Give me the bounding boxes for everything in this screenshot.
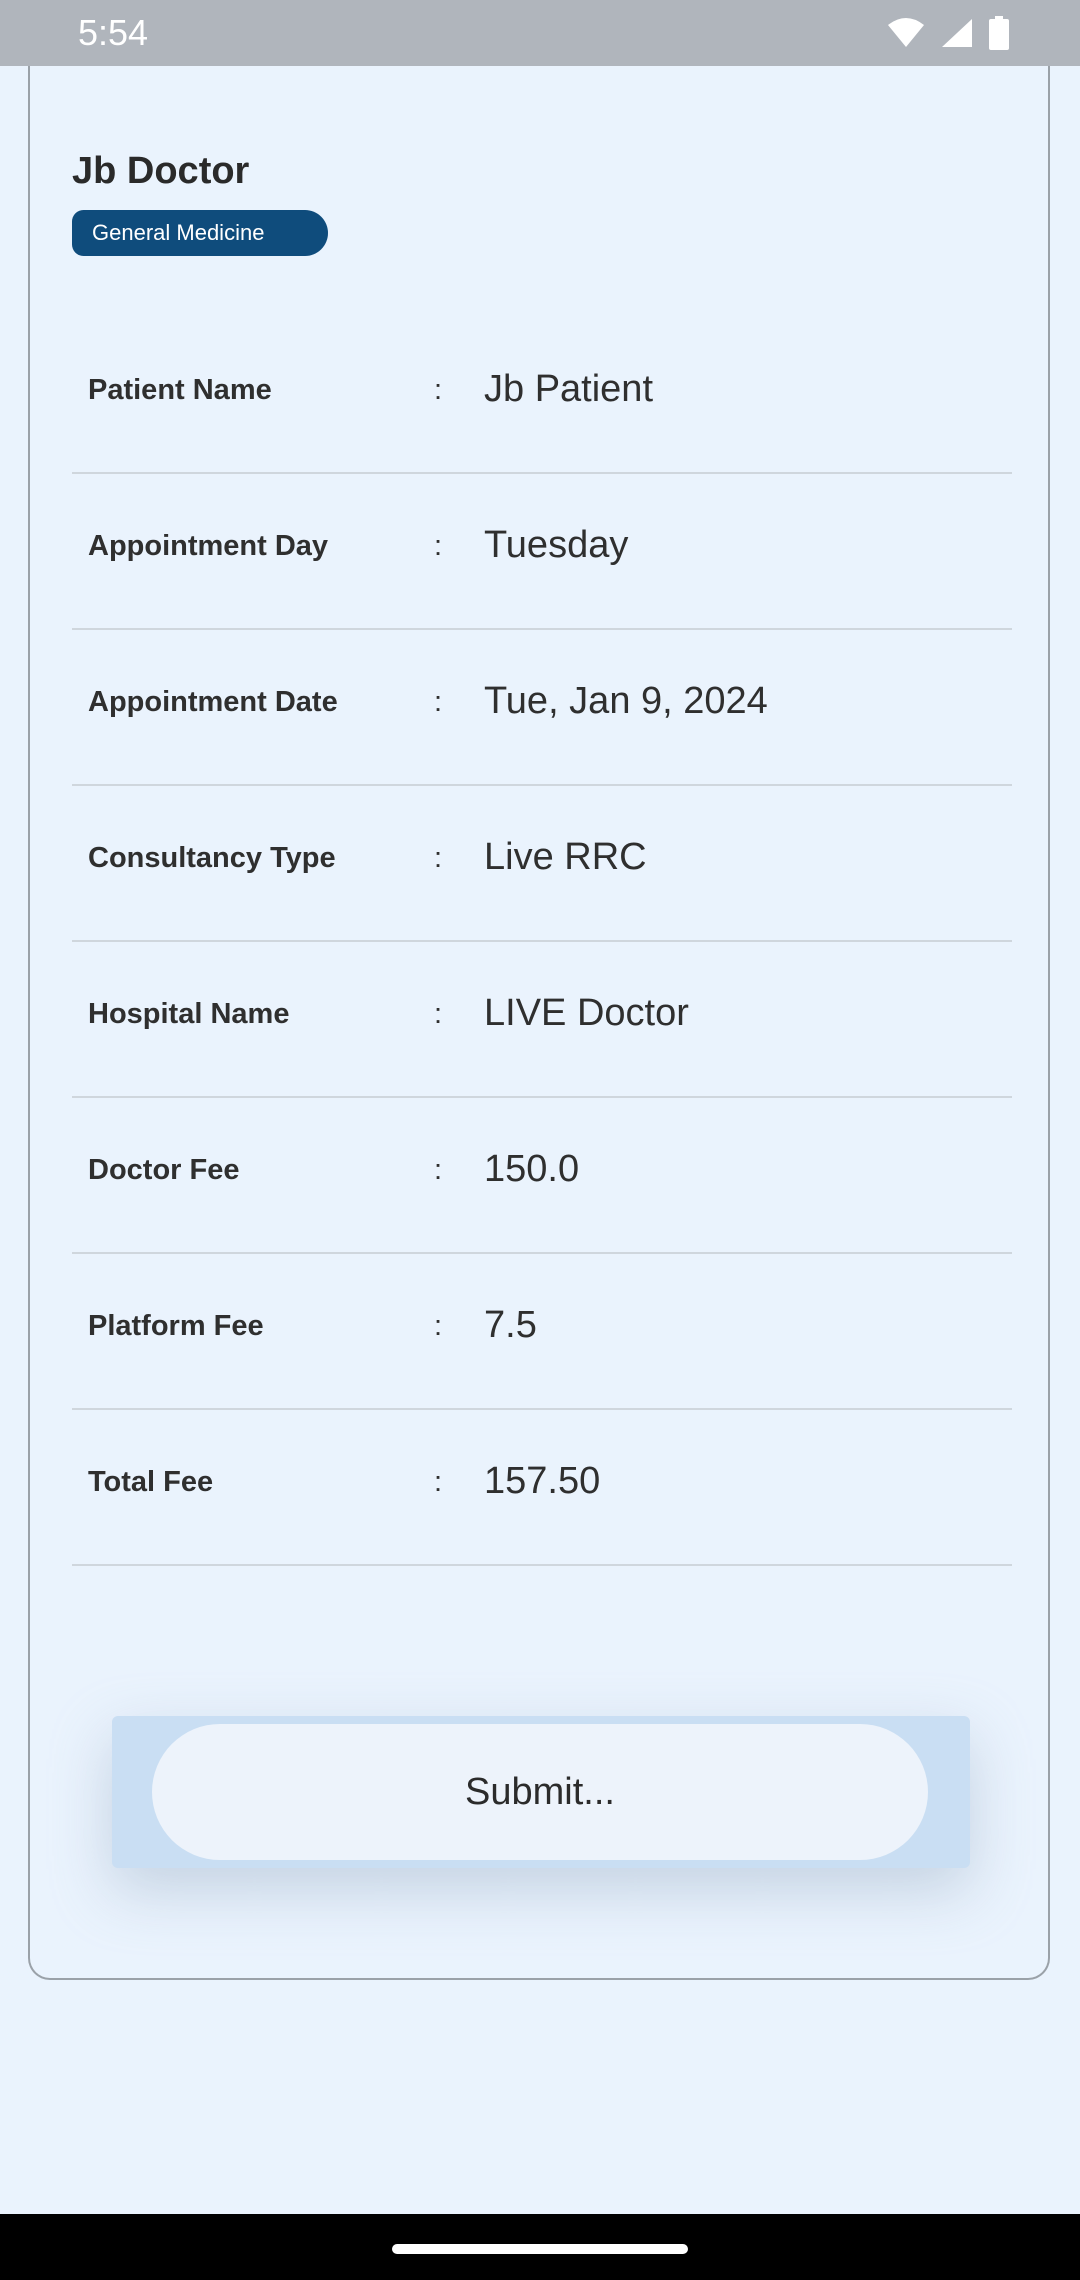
detail-row-hospital-name: Hospital Name : LIVE Doctor <box>72 942 1012 1098</box>
appointment-card: Jb Doctor General Medicine Patient Name … <box>28 66 1050 1980</box>
home-gesture-handle[interactable] <box>392 2244 688 2254</box>
detail-label: Appointment Day <box>88 530 329 562</box>
detail-value: Tue, Jan 9, 2024 <box>484 680 768 722</box>
detail-label: Platform Fee <box>88 1310 264 1342</box>
detail-separator: : <box>434 530 443 562</box>
detail-row-patient-name: Patient Name : Jb Patient <box>72 318 1012 474</box>
navigation-bar <box>0 2214 1080 2280</box>
detail-row-appointment-day: Appointment Day : Tuesday <box>72 474 1012 630</box>
detail-value: Jb Patient <box>484 368 653 410</box>
detail-value: Live RRC <box>484 836 647 878</box>
cellular-signal-icon <box>940 17 974 49</box>
detail-row-consultancy-type: Consultancy Type : Live RRC <box>72 786 1012 942</box>
detail-separator: : <box>434 1466 443 1498</box>
detail-value: LIVE Doctor <box>484 992 689 1034</box>
wifi-icon <box>886 17 926 49</box>
detail-separator: : <box>434 998 443 1030</box>
detail-value: 157.50 <box>484 1460 601 1502</box>
detail-row-doctor-fee: Doctor Fee : 150.0 <box>72 1098 1012 1254</box>
submit-button[interactable]: Submit... <box>152 1724 928 1860</box>
detail-label: Hospital Name <box>88 998 290 1030</box>
detail-separator: : <box>434 1310 443 1342</box>
detail-separator: : <box>434 686 443 718</box>
detail-separator: : <box>434 1154 443 1186</box>
detail-label: Patient Name <box>88 374 272 406</box>
doctor-name: Jb Doctor <box>72 150 250 192</box>
detail-row-platform-fee: Platform Fee : 7.5 <box>72 1254 1012 1410</box>
appointment-details: Patient Name : Jb Patient Appointment Da… <box>72 318 1012 1566</box>
status-time: 5:54 <box>78 12 149 53</box>
specialty-badge: General Medicine <box>72 210 328 256</box>
detail-label: Total Fee <box>88 1466 214 1498</box>
status-icons <box>886 16 1010 50</box>
detail-row-appointment-date: Appointment Date : Tue, Jan 9, 2024 <box>72 630 1012 786</box>
detail-label: Doctor Fee <box>88 1154 240 1186</box>
detail-value: 150.0 <box>484 1148 580 1190</box>
detail-value: Tuesday <box>484 524 629 566</box>
detail-row-total-fee: Total Fee : 157.50 <box>72 1410 1012 1566</box>
detail-separator: : <box>434 374 443 406</box>
detail-label: Appointment Date <box>88 686 338 718</box>
battery-icon <box>988 16 1010 50</box>
detail-label: Consultancy Type <box>88 842 336 874</box>
detail-value: 7.5 <box>484 1304 537 1346</box>
submit-button-container: Submit... <box>112 1716 970 1868</box>
status-bar: 5:54 <box>0 0 1080 66</box>
detail-separator: : <box>434 842 443 874</box>
appointment-summary-screen: 5:54 Jb Doctor General Medicine Patient … <box>0 0 1080 2280</box>
